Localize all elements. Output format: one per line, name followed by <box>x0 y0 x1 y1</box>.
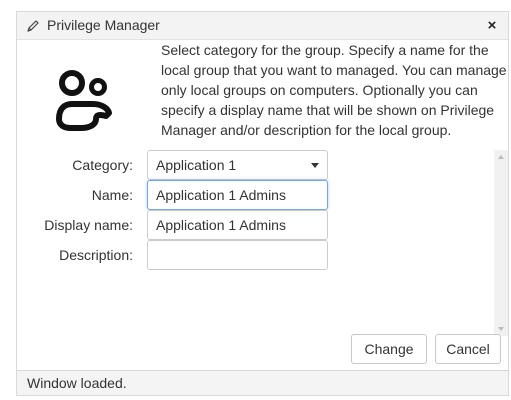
close-icon[interactable]: × <box>482 16 502 36</box>
scroll-up-icon[interactable] <box>498 155 504 159</box>
chevron-down-icon <box>311 163 319 168</box>
status-bar: Window loaded. <box>17 370 508 395</box>
description-label: Description: <box>59 247 133 263</box>
title-bar: Privilege Manager × <box>17 12 508 40</box>
status-text: Window loaded. <box>27 375 127 391</box>
category-select[interactable]: Application 1 <box>147 150 328 180</box>
category-label: Category: <box>72 157 133 173</box>
description-input[interactable] <box>147 240 328 270</box>
scroll-down-icon[interactable] <box>498 327 504 331</box>
users-icon <box>56 70 112 131</box>
cancel-button[interactable]: Cancel <box>435 334 501 364</box>
form-area: Category: Application 1 Name: Applicatio… <box>17 150 494 336</box>
form-scrollbar[interactable] <box>494 150 508 336</box>
window-title: Privilege Manager <box>47 17 160 33</box>
name-label: Name: <box>91 187 133 203</box>
category-value: Application 1 <box>156 157 237 173</box>
display-name-input[interactable]: Application 1 Admins <box>147 210 328 240</box>
name-input[interactable]: Application 1 Admins <box>147 180 328 210</box>
display-name-label: Display name: <box>44 217 133 233</box>
change-button[interactable]: Change <box>351 334 427 364</box>
pencil-icon <box>27 20 39 32</box>
privilege-manager-window: Privilege Manager × Select category for … <box>16 11 509 396</box>
intro-text: Select category for the group. Specify a… <box>161 42 507 138</box>
